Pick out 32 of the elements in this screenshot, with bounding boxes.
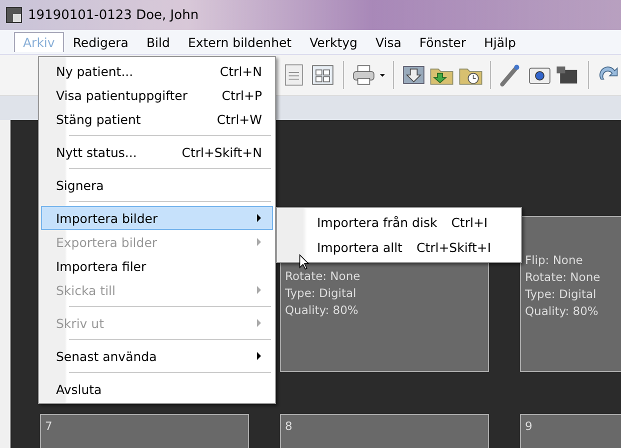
tile-info: Rotate: None: [285, 268, 362, 284]
menu-item[interactable]: Senast använda: [41, 344, 273, 368]
menu-item[interactable]: Signera: [41, 173, 273, 197]
tile-number: 9: [525, 418, 534, 434]
menu-item[interactable]: Visa: [366, 32, 410, 52]
tile-info: Rotate: None: [525, 269, 602, 285]
app-icon: [6, 7, 22, 23]
menu-item[interactable]: Verktyg: [300, 32, 366, 52]
tile-info: Flip: None: [525, 252, 584, 268]
menu-item[interactable]: Hjälp: [474, 32, 525, 52]
menu-item[interactable]: Visa patientuppgifter Ctrl+P: [41, 83, 273, 107]
image-tile[interactable]: 8: [280, 414, 489, 448]
image-tile[interactable]: Flip: None Rotate: None Type: Digital Quality: 80%: [520, 216, 621, 372]
menu-item[interactable]: Avsluta: [41, 377, 273, 401]
menu-item[interactable]: Fönster: [410, 32, 475, 52]
tile-number: 7: [45, 418, 54, 434]
menu-item[interactable]: Redigera: [64, 32, 138, 52]
menu-item[interactable]: Importera filer: [41, 254, 273, 278]
window-title: 19190101-0123 Doe, John: [28, 8, 199, 22]
menu-item[interactable]: Importera bilder: [41, 206, 273, 230]
tile-info: Type: Digital: [525, 286, 598, 302]
menu-item[interactable]: Ny patient... Ctrl+N: [41, 59, 273, 83]
menu-item[interactable]: Nytt status... Ctrl+Skift+N: [41, 140, 273, 164]
menu-item[interactable]: Bild: [137, 32, 179, 52]
tile-info: Quality: 80%: [285, 302, 360, 318]
tile-info: Quality: 80%: [525, 303, 600, 319]
tile-info: Type: Digital: [285, 285, 358, 301]
menu-item[interactable]: Stäng patient Ctrl+W: [41, 107, 273, 131]
image-tile[interactable]: 7: [40, 414, 249, 448]
tile-number: 8: [285, 418, 294, 434]
menu-item[interactable]: Extern bildenhet: [178, 32, 301, 52]
image-tile[interactable]: 9: [520, 414, 621, 448]
